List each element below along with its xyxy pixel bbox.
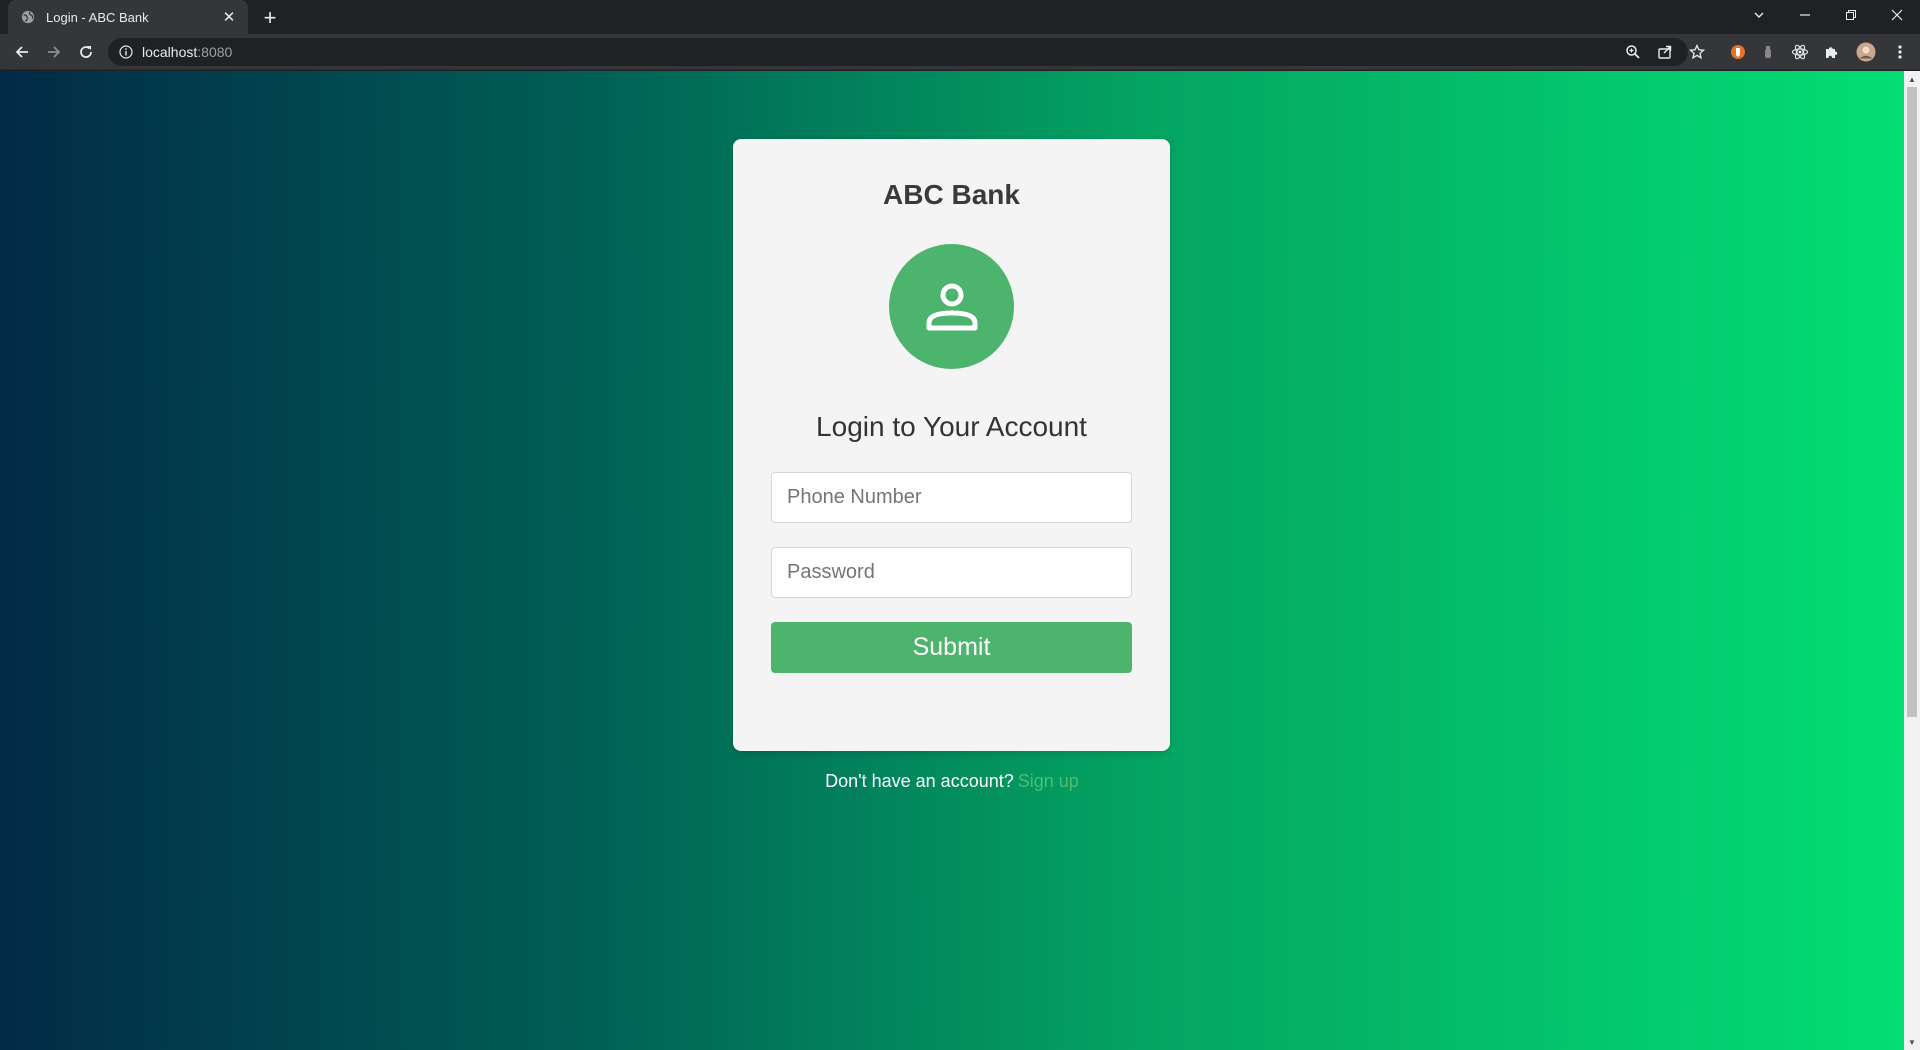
extension-bottle-icon[interactable] (1758, 42, 1778, 62)
globe-icon (20, 9, 36, 25)
page-viewport: ABC Bank Login to Your Account Submit Do… (0, 71, 1904, 1050)
browser-toolbar: localhost:8080 (0, 34, 1920, 70)
restore-icon[interactable] (1828, 0, 1874, 30)
close-window-icon[interactable] (1874, 0, 1920, 30)
extension-react-icon[interactable] (1790, 42, 1810, 62)
signup-prompt: Don't have an account? (825, 771, 1014, 791)
user-avatar (889, 244, 1014, 369)
puzzle-icon[interactable] (1822, 42, 1842, 62)
tab-close-icon[interactable]: ✕ (220, 8, 238, 26)
back-arrow-icon[interactable] (8, 38, 36, 66)
star-icon[interactable] (1687, 42, 1707, 62)
browser-tab[interactable]: Login - ABC Bank ✕ (8, 0, 248, 34)
profile-avatar-icon[interactable] (1856, 42, 1876, 62)
user-icon (926, 283, 977, 330)
url-port: :8080 (197, 44, 233, 60)
submit-button[interactable]: Submit (771, 622, 1132, 673)
minimize-icon[interactable] (1782, 0, 1828, 30)
new-tab-button[interactable]: + (258, 6, 282, 30)
reload-icon[interactable] (72, 38, 100, 66)
zoom-icon[interactable] (1623, 42, 1643, 62)
phone-number-input[interactable] (771, 472, 1132, 523)
page-scrollbar[interactable]: ▲ ▼ (1904, 71, 1920, 1050)
url-host: localhost (142, 44, 198, 60)
extension-shield-icon[interactable] (1728, 42, 1748, 62)
tab-search-icon[interactable] (1736, 0, 1782, 30)
browser-tab-strip: Login - ABC Bank ✕ + (0, 0, 1920, 34)
kebab-menu-icon[interactable] (1890, 42, 1910, 62)
info-icon[interactable] (118, 44, 134, 60)
signup-prompt-line: Don't have an account? Sign up (0, 771, 1904, 792)
tab-title: Login - ABC Bank (46, 9, 149, 25)
address-bar[interactable]: localhost:8080 (108, 38, 1688, 66)
scroll-up-icon[interactable]: ▲ (1904, 71, 1920, 87)
bank-name: ABC Bank (883, 179, 1020, 210)
password-input[interactable] (771, 547, 1132, 598)
forward-arrow-icon[interactable] (40, 38, 68, 66)
login-heading: Login to Your Account (816, 411, 1087, 442)
scroll-down-icon[interactable]: ▼ (1904, 1034, 1920, 1050)
signup-link[interactable]: Sign up (1018, 771, 1079, 791)
login-card: ABC Bank Login to Your Account Submit (733, 139, 1170, 751)
share-icon[interactable] (1655, 42, 1675, 62)
scrollbar-thumb[interactable] (1907, 87, 1917, 717)
